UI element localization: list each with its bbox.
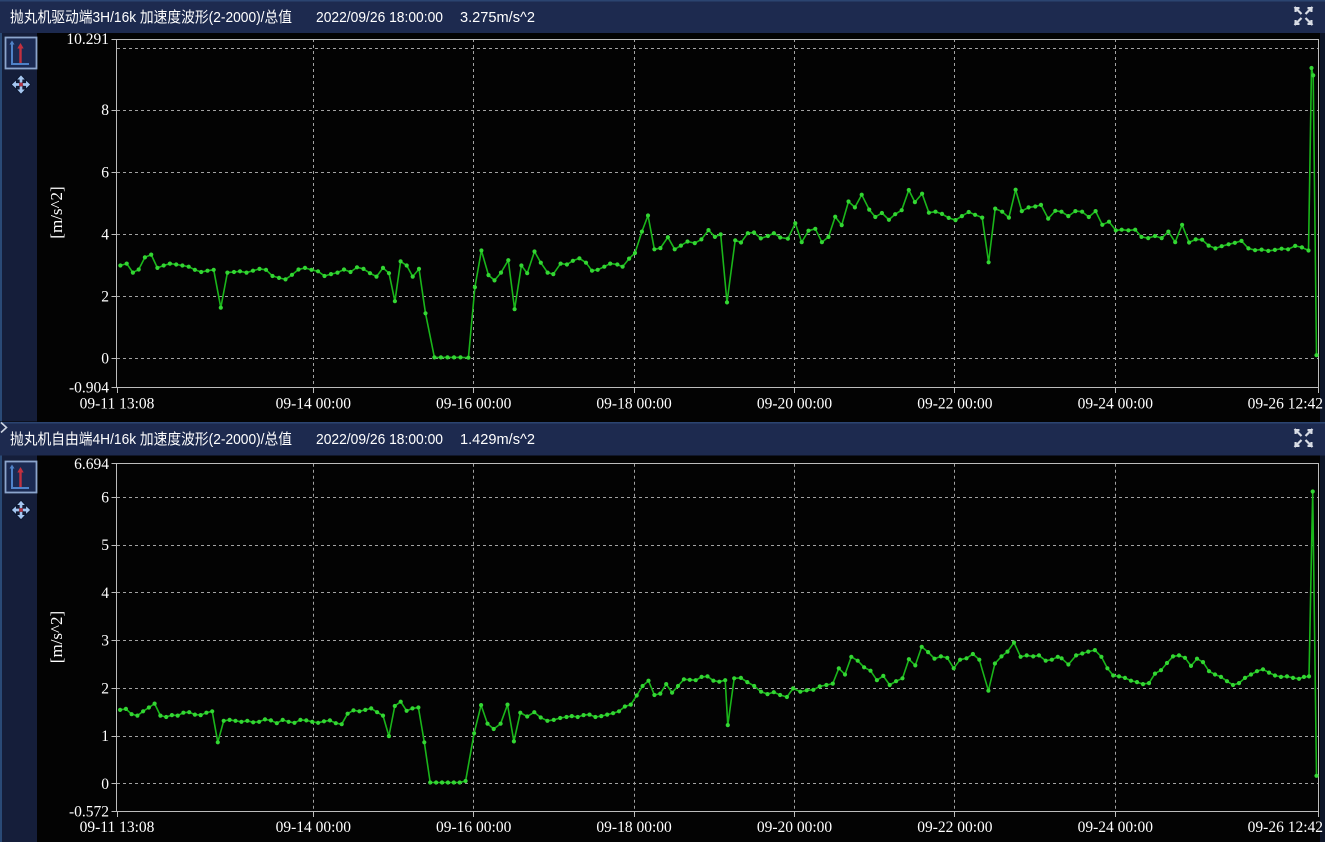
svg-text:09-24 00:00: 09-24 00:00 [1078,396,1154,413]
svg-text:09-24 00:00: 09-24 00:00 [1078,819,1154,836]
svg-text:3: 3 [101,633,109,650]
svg-text:09-26 12:42: 09-26 12:42 [1248,396,1323,413]
svg-text:09-18 00:00: 09-18 00:00 [596,396,672,413]
svg-text:5: 5 [101,537,109,554]
svg-text:[m/s^2]: [m/s^2] [47,186,66,238]
svg-text:4: 4 [101,585,109,602]
svg-text:6: 6 [101,489,109,506]
svg-text:抛丸机驱动端3H/16k 加速度波形(2-2000)/总值: 抛丸机驱动端3H/16k 加速度波形(2-2000)/总值 [10,9,292,26]
svg-text:09-18 00:00: 09-18 00:00 [596,819,672,836]
svg-text:0: 0 [101,776,109,793]
svg-text:6.694: 6.694 [74,456,109,473]
svg-text:[m/s^2]: [m/s^2] [47,611,66,663]
svg-text:1: 1 [101,728,109,745]
svg-text:09-20 00:00: 09-20 00:00 [757,819,833,836]
svg-text:抛丸机自由端4H/16k 加速度波形(2-2000)/总值: 抛丸机自由端4H/16k 加速度波形(2-2000)/总值 [10,431,292,448]
svg-text:6: 6 [101,164,109,181]
svg-text:4: 4 [101,226,109,243]
svg-text:1.429m/s^2: 1.429m/s^2 [460,431,535,448]
svg-text:-0.572: -0.572 [69,804,109,821]
svg-text:09-14 00:00: 09-14 00:00 [276,396,352,413]
svg-text:-0.904: -0.904 [69,380,109,397]
svg-text:09-16 00:00: 09-16 00:00 [436,819,512,836]
svg-text:09-22 00:00: 09-22 00:00 [917,396,993,413]
svg-text:8: 8 [101,102,109,119]
svg-text:09-16 00:00: 09-16 00:00 [436,396,512,413]
svg-text:2022/09/26 18:00:00: 2022/09/26 18:00:00 [316,9,443,26]
svg-text:0: 0 [101,351,109,368]
svg-text:09-14 00:00: 09-14 00:00 [276,819,352,836]
svg-text:09-26 12:42: 09-26 12:42 [1248,819,1323,836]
svg-text:2: 2 [101,289,109,306]
svg-text:10.291: 10.291 [66,31,109,48]
svg-text:09-11 13:08: 09-11 13:08 [80,396,155,413]
svg-text:09-22 00:00: 09-22 00:00 [917,819,993,836]
svg-text:09-20 00:00: 09-20 00:00 [757,396,833,413]
svg-text:2022/09/26 18:00:00: 2022/09/26 18:00:00 [316,431,443,448]
svg-text:09-11 13:08: 09-11 13:08 [80,819,155,836]
svg-text:2: 2 [101,680,109,697]
svg-text:3.275m/s^2: 3.275m/s^2 [460,9,535,26]
